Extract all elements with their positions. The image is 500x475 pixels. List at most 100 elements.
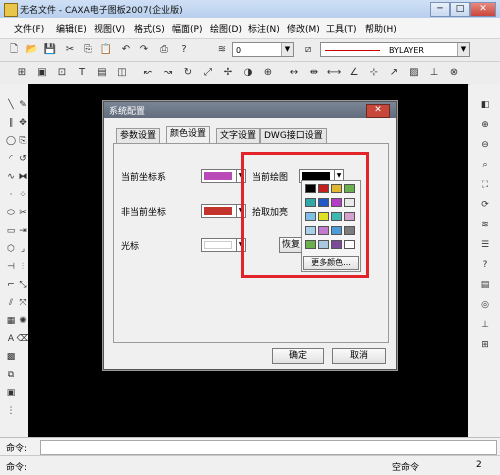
paste-icon[interactable]: 📋	[98, 42, 114, 58]
curve-icon[interactable]: ↝	[160, 65, 176, 81]
layer-value: 0	[236, 46, 242, 55]
symbol-icon[interactable]: ⊥	[426, 65, 442, 81]
library-icon[interactable]: ▤	[478, 278, 492, 292]
command-bar: 命令:	[0, 437, 500, 456]
undo-icon[interactable]: ↶	[118, 42, 134, 58]
text-icon[interactable]: T	[74, 65, 90, 81]
chevron-down-icon: ▼	[457, 43, 469, 56]
block-icon[interactable]: ◫	[114, 65, 130, 81]
redraw-icon[interactable]: ⟳	[478, 198, 492, 212]
annotation-highlight-box	[241, 152, 369, 278]
linetype-icon[interactable]: ⧄	[300, 42, 316, 58]
command-label: 命令:	[6, 444, 28, 454]
current-coord-color[interactable]: ▼	[201, 169, 246, 183]
noncurrent-coord-label: 非当前坐标	[121, 208, 167, 218]
new-file-icon[interactable]: 🗋	[6, 42, 22, 58]
zoom-window-icon[interactable]: ⌕	[478, 158, 492, 172]
app-icon	[4, 3, 18, 17]
menu-bar: 文件(F) 编辑(E) 视图(V) 格式(S) 幅面(P) 绘图(D) 标注(N…	[0, 18, 500, 39]
zoom-in-icon[interactable]: ⊕	[478, 118, 492, 132]
zoom-out-icon[interactable]: ⊖	[478, 138, 492, 152]
menu-edit[interactable]: 编辑(E)	[56, 22, 87, 35]
view-icon[interactable]: ◧	[478, 98, 492, 112]
noncurrent-coord-swatch	[204, 207, 232, 215]
grid-toggle-icon[interactable]: ⊞	[478, 338, 492, 352]
dialog-title: 系统配置	[109, 107, 146, 117]
close-button[interactable]: ✕	[470, 2, 496, 17]
dialog-titlebar[interactable]: 系统配置 ✕	[104, 102, 396, 118]
mirror-icon[interactable]: ◑	[240, 65, 256, 81]
image-icon[interactable]: ▣	[4, 386, 18, 400]
pan-icon[interactable]: ⊕	[260, 65, 276, 81]
dialog-close-button[interactable]: ✕	[366, 104, 390, 118]
command-input[interactable]	[40, 440, 497, 455]
open-folder-icon[interactable]: 📂	[24, 42, 40, 58]
menu-file[interactable]: 文件(F)	[14, 22, 44, 35]
align-icon[interactable]: ⇹	[306, 65, 322, 81]
help-icon[interactable]: ?	[176, 42, 192, 58]
measure-icon[interactable]: ⟷	[326, 65, 342, 81]
grid-icon[interactable]: ⊞	[14, 65, 30, 81]
chevron-down-icon: ▼	[281, 43, 293, 56]
snap-icon[interactable]: ◎	[478, 298, 492, 312]
status-mode: 空命令	[392, 463, 420, 473]
save-icon[interactable]: 💾	[42, 42, 58, 58]
linetype-value: BYLAYER	[389, 46, 424, 55]
menu-tools[interactable]: 工具(T)	[326, 22, 357, 35]
cursor-color[interactable]: ▼	[201, 238, 246, 252]
window-title: 无名文件 - CAXA电子图板2007(企业版)	[20, 6, 183, 16]
menu-format[interactable]: 格式(S)	[134, 22, 165, 35]
cursor-swatch	[204, 241, 232, 249]
redo-icon[interactable]: ↷	[136, 42, 152, 58]
menu-dimension[interactable]: 标注(N)	[248, 22, 280, 35]
ok-button[interactable]: 确定	[272, 348, 324, 364]
copy-icon[interactable]: ⎘	[80, 42, 96, 58]
line-sample	[325, 50, 380, 51]
noncurrent-coord-color[interactable]: ▼	[201, 204, 246, 218]
rotate-icon[interactable]: ↻	[180, 65, 196, 81]
ortho-icon[interactable]: ⊥	[478, 318, 492, 332]
table-icon[interactable]: ▤	[94, 65, 110, 81]
maximize-button[interactable]: □	[450, 2, 470, 17]
tab-dwg[interactable]: DWG接口设置	[260, 128, 327, 144]
arrow-icon[interactable]: ↗	[386, 65, 402, 81]
layer-select[interactable]: 0 ▼	[232, 42, 294, 57]
menu-sheet[interactable]: 幅面(P)	[172, 22, 202, 35]
left-toolbar: ╲ ∥ ◯ ◜ ∿ · ⬭ ▭ ⬡ ⊣ ⌐ ⫽ ▦ A ▩ ⧉ ▣ ⋮ ✎ ✥ …	[0, 84, 29, 436]
menu-help[interactable]: 帮助(H)	[365, 22, 397, 35]
tab-text[interactable]: 文字设置	[216, 128, 261, 144]
cursor-label: 光标	[121, 242, 140, 252]
move-icon[interactable]: ✢	[220, 65, 236, 81]
status-command: 命令:	[6, 463, 28, 473]
title-bar: 无名文件 - CAXA电子图板2007(企业版) ─ □ ✕	[0, 0, 500, 19]
menu-modify[interactable]: 修改(M)	[287, 22, 320, 35]
hatch-icon[interactable]: ▨	[406, 65, 422, 81]
arc-icon[interactable]: ↜	[140, 65, 156, 81]
window-icon[interactable]: ▣	[34, 65, 50, 81]
frame-icon[interactable]: ⊡	[54, 65, 70, 81]
tool-more-icon[interactable]: ⋮	[4, 404, 18, 418]
status-bar: 命令: 空命令 2	[0, 455, 500, 475]
scale-icon[interactable]: ⤢	[200, 65, 216, 81]
coord-icon[interactable]: ⊹	[366, 65, 382, 81]
right-toolbar: ◧ ⊕ ⊖ ⌕ ⛶ ⟳ ≋ ☰ ? ▤ ◎ ⊥ ⊞	[470, 84, 500, 436]
zoom-all-icon[interactable]: ⛶	[478, 178, 492, 192]
menu-view[interactable]: 视图(V)	[94, 22, 125, 35]
cancel-button[interactable]: 取消	[332, 348, 386, 364]
fill-icon[interactable]: ▩	[4, 350, 18, 364]
layer-manager-icon[interactable]: ≋	[478, 218, 492, 232]
query-icon[interactable]: ?	[478, 258, 492, 272]
layer-icon[interactable]: ≋	[214, 42, 230, 58]
angle-icon[interactable]: ∠	[346, 65, 362, 81]
status-value: 2	[476, 460, 482, 470]
print-icon[interactable]: ⎙	[156, 42, 172, 58]
tab-parameter[interactable]: 参数设置	[116, 128, 161, 144]
properties-icon[interactable]: ☰	[478, 238, 492, 252]
insert-block-icon[interactable]: ⧉	[4, 368, 18, 382]
minimize-button[interactable]: ─	[430, 2, 450, 17]
dimension-icon[interactable]: ↔	[286, 65, 302, 81]
balloon-icon[interactable]: ⊗	[446, 65, 462, 81]
linetype-select[interactable]: BYLAYER ▼	[320, 42, 470, 57]
cut-icon[interactable]: ✂	[62, 42, 78, 58]
menu-draw[interactable]: 绘图(D)	[210, 22, 242, 35]
